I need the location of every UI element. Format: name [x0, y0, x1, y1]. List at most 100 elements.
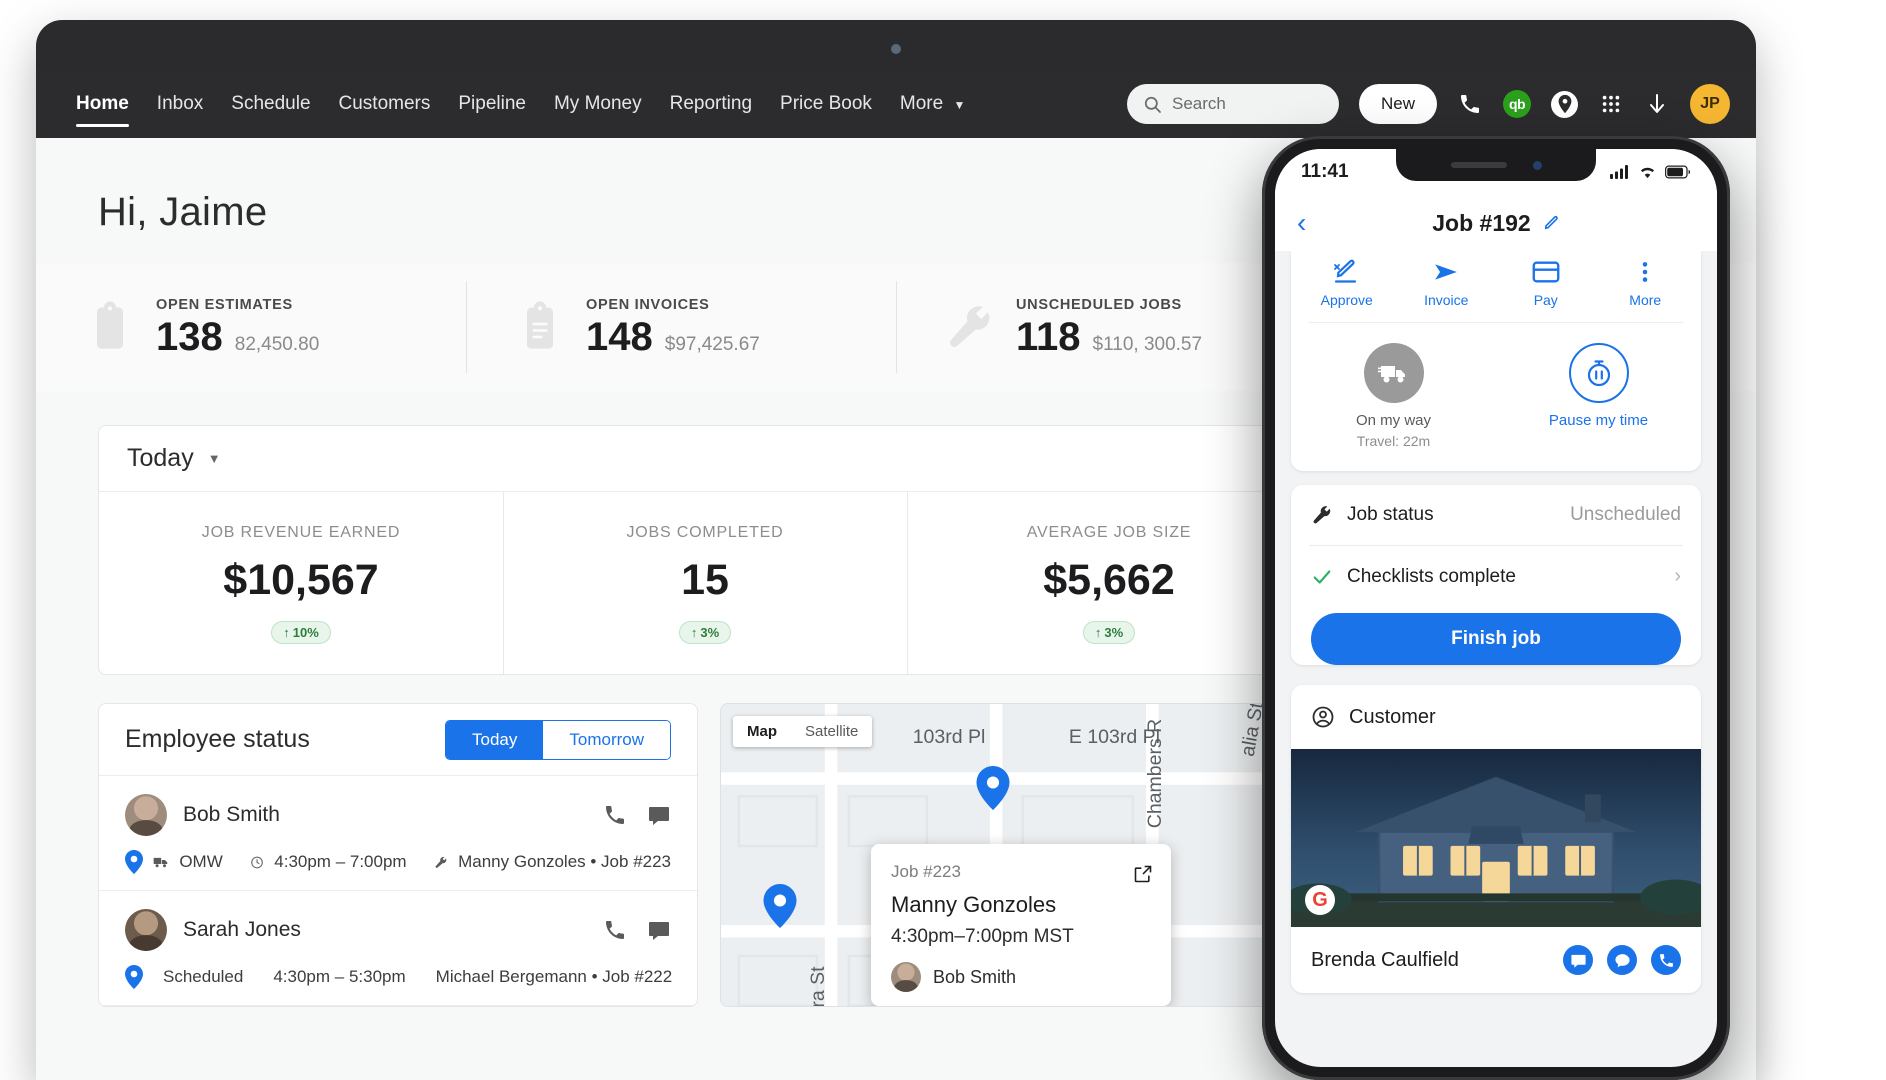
job-status-card: Job status Unscheduled Checklists comple… [1291, 485, 1701, 665]
phone-screen: 11:41 ‹ Job #192 [1275, 149, 1717, 1067]
tab-tomorrow[interactable]: Tomorrow [543, 721, 670, 759]
nav-link-schedule[interactable]: Schedule [217, 89, 324, 119]
employee-row-top: Bob Smith [125, 794, 671, 836]
location-pin-icon[interactable] [1551, 91, 1578, 118]
chevron-left-icon[interactable]: ‹ [1297, 209, 1306, 237]
map-type-toggle: Map Satellite [733, 716, 872, 747]
download-arrow-icon[interactable] [1644, 91, 1670, 117]
nav-link-reporting[interactable]: Reporting [656, 89, 766, 119]
signal-icon [1610, 165, 1630, 179]
metric-delta-value: 10% [293, 625, 319, 640]
kpi-text: OPEN INVOICES 148 $97,425.67 [586, 297, 760, 357]
message-bubble-icon[interactable] [1563, 945, 1593, 975]
pencil-icon[interactable] [1542, 214, 1560, 232]
apps-grid-icon[interactable] [1598, 91, 1624, 117]
nav-link-inbox[interactable]: Inbox [143, 89, 217, 119]
map-job-popup[interactable]: Job #223 Manny Gonzoles 4:30pm–7:00pm MS… [871, 844, 1171, 1006]
action-more[interactable]: More [1596, 259, 1696, 308]
kpi-row: 138 82,450.80 [156, 317, 319, 357]
metric-value: $10,567 [109, 556, 493, 605]
top-navigation-bar: Home Inbox Schedule Customers Pipeline M… [36, 70, 1756, 138]
employee-status-text: OMW [179, 852, 222, 872]
phone-icon[interactable] [1457, 91, 1483, 117]
nav-right-cluster: Search New qb [1127, 84, 1730, 124]
on-my-way-button[interactable]: On my way Travel: 22m [1291, 343, 1496, 449]
customer-section-title: Customer [1349, 706, 1436, 729]
map-toggle-satellite[interactable]: Satellite [791, 716, 872, 747]
popup-job-id: Job #223 [891, 862, 1151, 882]
nav-link-more[interactable]: More ▼ [886, 89, 979, 120]
employee-job: Michael Bergemann • Job #222 [436, 967, 673, 987]
message-bubble-icon[interactable] [647, 803, 671, 827]
employee-row-bob-smith[interactable]: Bob Smith OMW [99, 776, 697, 891]
employee-row-meta: OMW 4:30pm – 7:00pm Manny Gonzoles • Job… [125, 850, 671, 874]
metric-label: JOB REVENUE EARNED [109, 524, 493, 542]
message-bubble-icon[interactable] [647, 918, 671, 942]
phone-header: ‹ Job #192 [1275, 195, 1717, 251]
finish-job-button[interactable]: Finish job [1311, 613, 1681, 665]
chevron-right-icon: › [1674, 565, 1681, 588]
kpi-value: 138 [156, 317, 223, 357]
action-invoice-label: Invoice [1424, 292, 1468, 308]
laptop-camera-icon [891, 44, 901, 54]
kpi-subvalue: $97,425.67 [665, 334, 760, 356]
job-status-row[interactable]: Job status Unscheduled [1291, 485, 1701, 545]
employee-row-meta: Scheduled 4:30pm – 5:30pm Michael Bergem… [125, 965, 671, 989]
metric-delta-badge: ↑ 10% [271, 621, 331, 644]
popup-job-time: 4:30pm–7:00pm MST [891, 926, 1151, 948]
pause-my-time-button[interactable]: Pause my time [1496, 343, 1701, 449]
svg-text:Altura St: Altura St [807, 966, 829, 1007]
kpi-label: OPEN INVOICES [586, 297, 760, 313]
google-logo: G [1305, 885, 1335, 915]
nav-links: Home Inbox Schedule Customers Pipeline M… [62, 89, 979, 120]
kpi-subvalue: 82,450.80 [235, 334, 320, 356]
nav-link-price-book[interactable]: Price Book [766, 89, 886, 119]
chat-icon[interactable] [1607, 945, 1637, 975]
tab-today[interactable]: Today [446, 721, 543, 759]
action-pay-label: Pay [1534, 292, 1558, 308]
arrow-up-icon: ↑ [283, 625, 290, 640]
front-camera-icon [1533, 161, 1542, 170]
kpi-open-estimates[interactable]: OPEN ESTIMATES 138 82,450.80 [36, 281, 466, 373]
employee-row-sarah-jones[interactable]: Sarah Jones Scheduled [99, 891, 697, 1006]
action-invoice[interactable]: Invoice [1397, 259, 1497, 308]
employee-status-card: Employee status Today Tomorrow Bob Smith [98, 703, 698, 1007]
quickbooks-icon[interactable]: qb [1503, 90, 1531, 118]
phone-icon[interactable] [603, 918, 627, 942]
user-avatar[interactable]: JP [1690, 84, 1730, 124]
job-status-label: Job status [1347, 504, 1434, 526]
wrench-icon [434, 853, 448, 872]
nav-link-customers-label: Customers [339, 93, 431, 114]
nav-link-customers[interactable]: Customers [325, 89, 445, 119]
customer-footer-row: Brenda Caulfield [1291, 927, 1701, 993]
map-pin-job-lower[interactable] [763, 884, 797, 928]
employee-row-actions [603, 918, 671, 942]
open-external-icon[interactable] [1133, 864, 1153, 884]
on-my-way-label: On my way [1356, 412, 1431, 429]
location-pin-icon [125, 965, 143, 989]
nav-link-schedule-label: Schedule [231, 93, 310, 114]
employee-name: Sarah Jones [183, 918, 301, 942]
phone-icon[interactable] [1651, 945, 1681, 975]
nav-link-pipeline[interactable]: Pipeline [444, 89, 540, 119]
kpi-subvalue: $110, 300.57 [1093, 334, 1203, 356]
kpi-open-invoices[interactable]: OPEN INVOICES 148 $97,425.67 [466, 281, 896, 373]
employee-time: 4:30pm – 5:30pm [273, 967, 405, 987]
checklists-row[interactable]: Checklists complete › [1291, 546, 1701, 607]
clipboard-icon [84, 301, 136, 353]
action-pay[interactable]: Pay [1496, 259, 1596, 308]
nav-link-my-money[interactable]: My Money [540, 89, 656, 119]
status-time: 11:41 [1301, 161, 1349, 183]
metric-delta-value: 3% [1104, 625, 1123, 640]
metric-label: AVERAGE JOB SIZE [917, 524, 1301, 542]
map-pin-job-upper[interactable] [976, 766, 1010, 810]
status-icons [1610, 165, 1691, 179]
map-toggle-map[interactable]: Map [733, 716, 791, 747]
nav-link-home[interactable]: Home [62, 89, 143, 119]
kpi-label: OPEN ESTIMATES [156, 297, 319, 313]
search-input[interactable]: Search [1127, 84, 1339, 124]
phone-icon[interactable] [603, 803, 627, 827]
new-button[interactable]: New [1359, 84, 1437, 124]
action-approve-label: Approve [1321, 292, 1373, 308]
action-approve[interactable]: Approve [1297, 259, 1397, 308]
